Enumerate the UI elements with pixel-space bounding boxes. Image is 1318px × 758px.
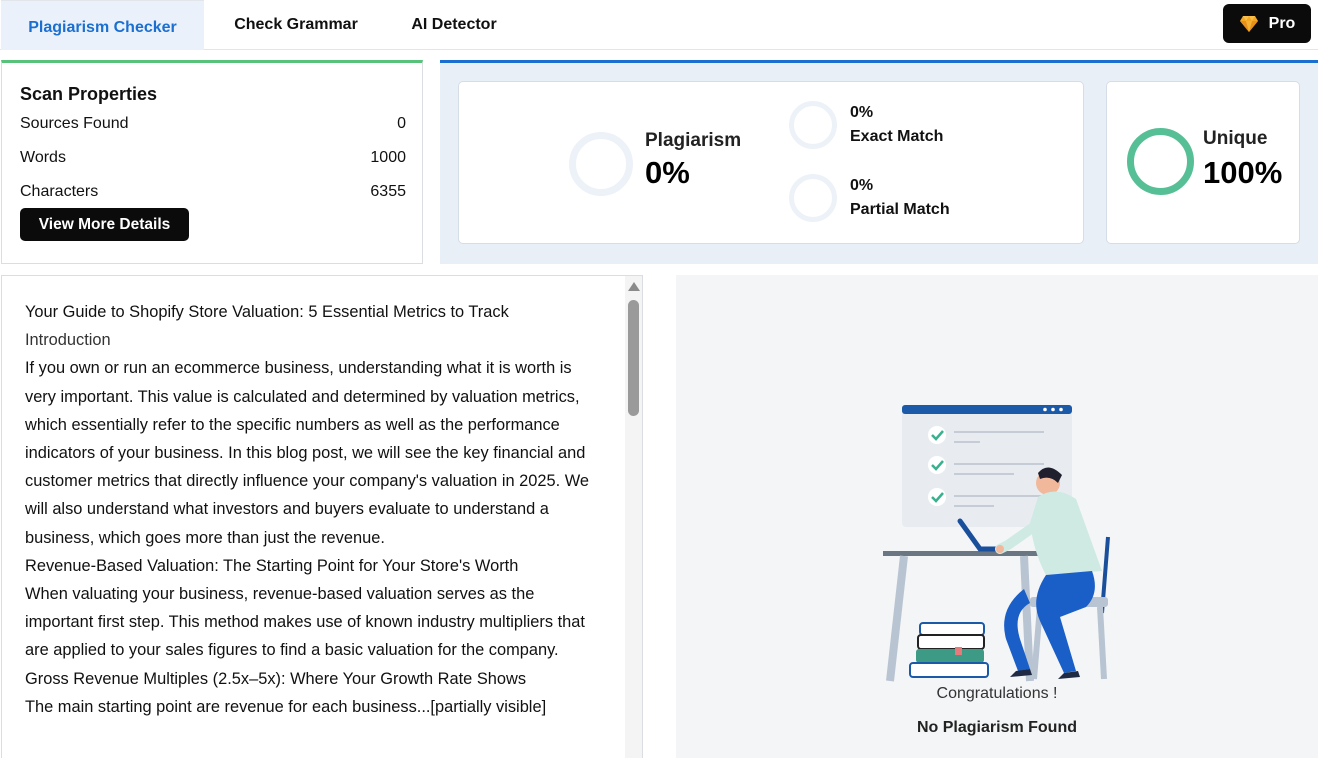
document-text-panel[interactable]: Your Guide to Shopify Store Valuation: 5… <box>1 275 643 758</box>
scan-properties-title: Scan Properties <box>20 84 158 104</box>
doc-paragraph: Introduction <box>25 331 111 350</box>
plagiarism-value: 0% <box>645 155 690 190</box>
words-row: Words 1000 <box>20 149 406 167</box>
diamond-icon <box>1239 15 1259 33</box>
prop-value: 0 <box>397 115 406 132</box>
tab-check-grammar[interactable]: Check Grammar <box>204 0 388 50</box>
prop-value: 1000 <box>370 149 406 166</box>
unique-value: 100% <box>1203 155 1283 190</box>
results-panel: Plagiarism 0% 0% Exact Match 0% Partial … <box>440 60 1318 264</box>
congratulations-text: Congratulations ! <box>936 685 1058 702</box>
unique-label: Unique <box>1203 128 1268 149</box>
prop-label: Characters <box>20 183 99 200</box>
plagiarism-summary-card: Plagiarism 0% 0% Exact Match 0% Partial … <box>458 81 1084 244</box>
doc-paragraph: When valuating your business, revenue-ba… <box>25 585 585 660</box>
plagiarism-ring <box>569 132 633 196</box>
exact-match-ring <box>789 101 837 149</box>
plagiarism-label: Plagiarism <box>645 130 742 151</box>
document-text: Your Guide to Shopify Store Valuation: 5… <box>25 298 605 721</box>
exact-match-value: 0% <box>850 104 874 121</box>
scan-properties-panel: Scan Properties Sources Found 0 Words 10… <box>1 60 423 264</box>
top-tab-bar: Plagiarism Checker Check Grammar AI Dete… <box>0 0 1318 50</box>
unique-card: Unique 100% <box>1106 81 1300 244</box>
tab-ai-detector[interactable]: AI Detector <box>388 0 520 50</box>
tab-plagiarism-checker[interactable]: Plagiarism Checker <box>1 0 204 50</box>
doc-paragraph: Gross Revenue Multiples (2.5x–5x): Where… <box>25 669 527 688</box>
doc-paragraph: Revenue-Based Valuation: The Starting Po… <box>25 556 519 575</box>
prop-label: Words <box>20 149 66 166</box>
prop-label: Sources Found <box>20 115 129 132</box>
exact-match-label: Exact Match <box>850 128 944 145</box>
doc-paragraph: The main starting point are revenue for … <box>25 697 547 716</box>
sources-found-row: Sources Found 0 <box>20 115 406 133</box>
pro-button[interactable]: Pro <box>1223 4 1311 43</box>
no-plagiarism-status: No Plagiarism Found <box>916 719 1077 736</box>
pro-label: Pro <box>1268 14 1296 32</box>
characters-row: Characters 6355 <box>20 183 406 201</box>
scroll-thumb[interactable] <box>628 300 639 416</box>
partial-match-label: Partial Match <box>850 201 950 218</box>
doc-paragraph: If you own or run an ecommerce business,… <box>25 359 590 547</box>
view-more-details-button[interactable]: View More Details <box>20 208 189 241</box>
check-icon <box>928 426 946 444</box>
partial-match-value: 0% <box>850 177 874 194</box>
scroll-up-arrow-icon[interactable] <box>628 282 640 291</box>
check-icon <box>928 488 946 506</box>
result-illustration-panel: Congratulations ! No Plagiarism Found <box>676 275 1318 758</box>
scrollbar[interactable] <box>625 276 642 758</box>
unique-ring <box>1127 128 1194 195</box>
doc-title: Your Guide to Shopify Store Valuation: 5… <box>25 303 509 321</box>
partial-match-ring <box>789 174 837 222</box>
prop-value: 6355 <box>370 183 406 200</box>
check-icon <box>928 456 946 474</box>
person-at-desk-illustration <box>883 405 1110 682</box>
